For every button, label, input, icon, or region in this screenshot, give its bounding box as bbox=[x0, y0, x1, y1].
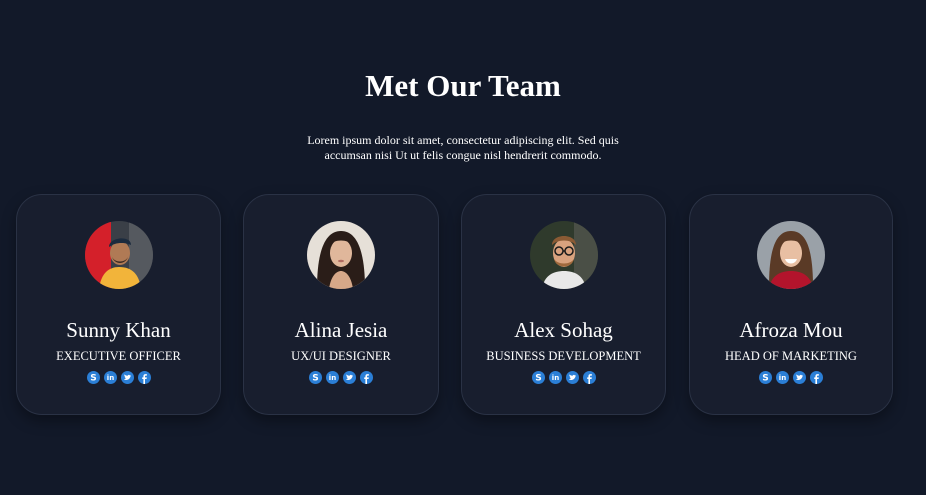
twitter-icon[interactable] bbox=[565, 371, 579, 384]
twitter-icon[interactable] bbox=[120, 371, 134, 384]
svg-text:S: S bbox=[762, 374, 768, 384]
member-role: Head of Marketing bbox=[725, 349, 857, 363]
svg-text:in: in bbox=[551, 374, 558, 382]
member-name: Alina Jesia bbox=[294, 318, 388, 342]
member-name: Sunny Khan bbox=[66, 318, 171, 342]
avatar bbox=[529, 221, 598, 289]
section-title: Met Our Team bbox=[365, 68, 561, 103]
skype-icon[interactable]: S bbox=[759, 371, 772, 384]
svg-text:S: S bbox=[90, 374, 96, 384]
social-links: S in bbox=[462, 371, 665, 384]
skype-icon[interactable]: S bbox=[531, 371, 545, 384]
team-card-alex-sohag: Alex Sohag Business Development S in bbox=[461, 194, 666, 415]
social-links: S in bbox=[17, 371, 220, 384]
facebook-icon[interactable] bbox=[137, 371, 151, 384]
skype-icon[interactable]: S bbox=[309, 371, 322, 384]
team-card-afroza-mou: Afroza Mou Head of Marketing S in bbox=[689, 194, 893, 415]
svg-text:in: in bbox=[106, 374, 113, 382]
section-description: Lorem ipsum dolor sit amet, consectetur … bbox=[307, 133, 619, 162]
svg-text:S: S bbox=[312, 374, 318, 384]
twitter-icon[interactable] bbox=[793, 371, 806, 384]
svg-text:in: in bbox=[779, 374, 786, 382]
facebook-icon[interactable] bbox=[582, 371, 596, 384]
social-links: S in bbox=[244, 371, 438, 384]
team-section: Met Our Team Lorem ipsum dolor sit amet,… bbox=[0, 0, 926, 495]
skype-icon[interactable]: S bbox=[86, 371, 100, 384]
avatar bbox=[757, 221, 825, 289]
member-role: UX/UI Designer bbox=[291, 349, 391, 363]
svg-text:S: S bbox=[535, 374, 541, 384]
linkedin-icon[interactable]: in bbox=[326, 371, 339, 384]
member-name: Afroza Mou bbox=[739, 318, 843, 342]
social-links: S in bbox=[690, 371, 892, 384]
linkedin-icon[interactable]: in bbox=[548, 371, 562, 384]
member-name: Alex Sohag bbox=[514, 318, 613, 342]
avatar bbox=[84, 221, 153, 289]
team-card-alina-jesia: Alina Jesia UX/UI Designer S in bbox=[243, 194, 439, 415]
twitter-icon[interactable] bbox=[343, 371, 356, 384]
team-card-sunny-khan: Sunny Khan Executive Officer S in bbox=[16, 194, 221, 415]
linkedin-icon[interactable]: in bbox=[103, 371, 117, 384]
avatar bbox=[307, 221, 375, 289]
svg-text:in: in bbox=[329, 374, 336, 382]
facebook-icon[interactable] bbox=[360, 371, 373, 384]
linkedin-icon[interactable]: in bbox=[776, 371, 789, 384]
member-role: Business Development bbox=[486, 349, 641, 363]
facebook-icon[interactable] bbox=[810, 371, 823, 384]
member-role: Executive Officer bbox=[56, 349, 181, 363]
